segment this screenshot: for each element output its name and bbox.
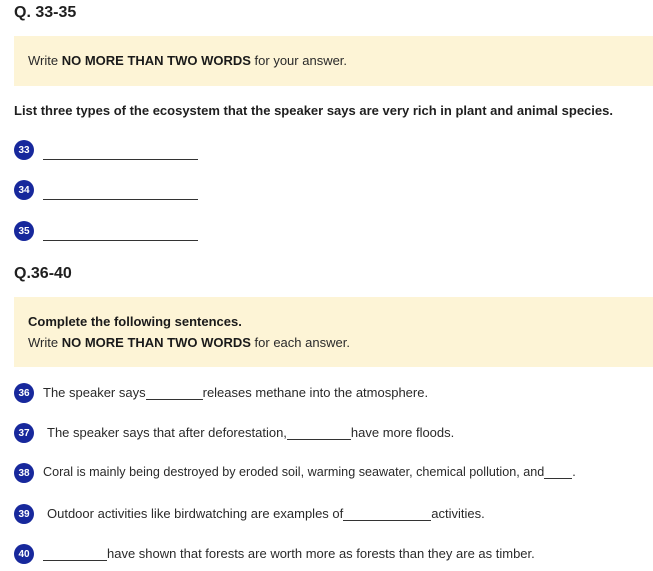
sentence-text-before: Outdoor activities like birdwatching are… (47, 505, 344, 521)
sentence-text-after: have shown that forests are worth more a… (107, 545, 535, 561)
answer-blank-38[interactable] (544, 466, 573, 479)
sentence-text-after: . (572, 465, 576, 479)
question-number-badge: 37 (14, 423, 34, 443)
question-text-33-35: List three types of the ecosystem that t… (14, 103, 613, 118)
instruction-line-1: Complete the following sentences. (28, 314, 242, 329)
answer-row-34: 34 (14, 178, 198, 200)
instruction-line-2: Write NO MORE THAN TWO WORDS for each an… (28, 335, 350, 350)
answer-blank-37[interactable] (286, 427, 351, 440)
instruction-box-36-40: Complete the following sentences. Write … (14, 297, 653, 367)
question-number-badge: 33 (14, 140, 34, 160)
question-number-badge: 38 (14, 463, 34, 483)
sentence-row-40: 40 have shown that forests are worth mor… (14, 542, 535, 564)
answer-blank-39[interactable] (343, 508, 432, 521)
question-number-badge: 36 (14, 383, 34, 403)
answer-row-35: 35 (14, 219, 198, 241)
sentence-text-before: The speaker says that after deforestatio… (47, 424, 287, 440)
sentence-row-36: 36 The speaker says releases methane int… (14, 381, 428, 403)
answer-row-33: 33 (14, 138, 198, 160)
question-number-badge: 35 (14, 221, 34, 241)
answer-blank-34[interactable] (43, 187, 198, 200)
sentence-text-after: have more floods. (350, 424, 455, 440)
sentence-text-before: Coral is mainly being destroyed by erode… (43, 465, 545, 479)
sentence-row-38: 38 Coral is mainly being destroyed by er… (14, 461, 576, 483)
answer-blank-40[interactable] (43, 548, 107, 561)
sentence-text-after: activities. (431, 505, 485, 521)
answer-blank-36[interactable] (145, 387, 203, 400)
sentence-row-37: 37 The speaker says that after deforesta… (14, 421, 454, 443)
question-number-badge: 40 (14, 544, 34, 564)
question-number-badge: 39 (14, 504, 34, 524)
instruction-text: Write NO MORE THAN TWO WORDS for your an… (28, 53, 348, 68)
answer-blank-35[interactable] (43, 228, 198, 241)
sentence-text-before: The speaker says (43, 384, 146, 400)
question-number-badge: 34 (14, 180, 34, 200)
section-heading-33-35: Q. 33-35 (14, 4, 77, 21)
section-heading-36-40: Q.36-40 (14, 265, 72, 282)
sentence-text-after: releases methane into the atmosphere. (202, 384, 429, 400)
instruction-box-33-35: Write NO MORE THAN TWO WORDS for your an… (14, 36, 653, 86)
sentence-row-39: 39 Outdoor activities like birdwatching … (14, 502, 485, 524)
answer-blank-33[interactable] (43, 147, 198, 160)
